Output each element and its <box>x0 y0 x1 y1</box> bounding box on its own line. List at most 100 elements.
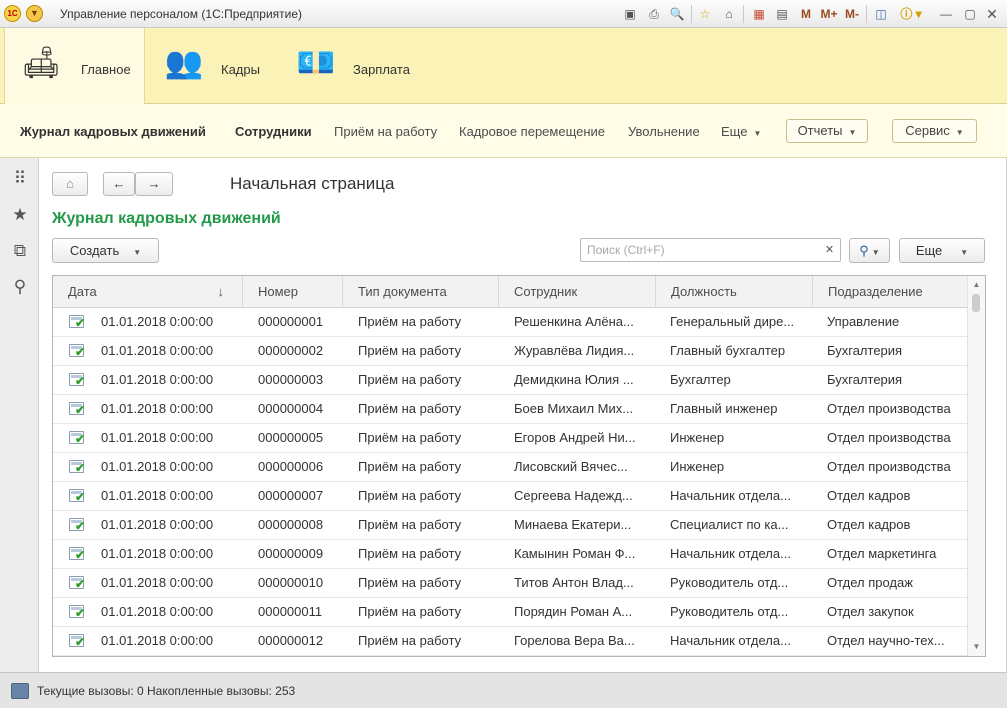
search-icon[interactable]: ⚲ <box>9 276 31 298</box>
cell-date: 01.01.2018 0:00:00 <box>101 604 214 619</box>
info-icon[interactable]: ⓘ ▾ <box>898 5 924 23</box>
more-button[interactable]: Еще ▼ <box>899 238 985 263</box>
column-header-number[interactable]: Номер <box>243 276 343 308</box>
apps-grid-icon[interactable]: ⠿ <box>9 168 31 190</box>
cell-position: Главный инженер <box>670 401 778 416</box>
nav-link-hiring[interactable]: Приём на работу <box>334 124 437 139</box>
minimize-icon[interactable]: — <box>937 5 955 23</box>
cell-position: Специалист по ка... <box>670 517 789 532</box>
panel-layout-icon[interactable]: ◫ <box>872 5 890 23</box>
favorites-add-icon[interactable]: ☆ <box>696 5 714 23</box>
scroll-down-icon[interactable]: ▼ <box>968 640 985 654</box>
star-icon[interactable]: ★ <box>9 204 31 226</box>
calendar-icon[interactable]: ▦ <box>750 5 768 23</box>
cell-employee: Боев Михаил Мих... <box>514 401 634 416</box>
print-icon[interactable]: ⎙ <box>645 5 663 23</box>
cell-employee: Порядин Роман А... <box>514 604 633 619</box>
nav-link-journal[interactable]: Журнал кадровых движений <box>20 124 206 139</box>
maximize-icon[interactable]: ▢ <box>961 5 979 23</box>
nav-more-menu[interactable]: Еще ▼ <box>721 124 761 139</box>
section-main-label: Главное <box>81 62 131 77</box>
posted-document-icon <box>69 634 85 648</box>
table-row[interactable]: 01.01.2018 0:00:00 000000002 Приём на рабо… <box>53 337 968 366</box>
cell-department: Отдел научно-тех... <box>827 633 945 648</box>
table-row[interactable]: 01.01.2018 0:00:00 000000007 Приём на рабо… <box>53 482 968 511</box>
cell-doc-type: Приём на работу <box>358 314 462 329</box>
workspace: ⌂ ← → Начальная страница Журнал кадровых… <box>39 158 1007 672</box>
cell-doc-type: Приём на работу <box>358 401 462 416</box>
table-row[interactable]: 01.01.2018 0:00:00 000000010 Приём на рабо… <box>53 569 968 598</box>
cell-department: Отдел закупок <box>827 604 914 619</box>
search-input[interactable] <box>580 238 820 262</box>
create-button[interactable]: Создать ▼ <box>52 238 159 263</box>
nav-more-label: Еще <box>721 124 748 139</box>
reports-button[interactable]: Отчеты ▼ <box>786 119 868 143</box>
section-main[interactable]: 🛋 Главное <box>4 28 145 104</box>
cell-department: Отдел продаж <box>827 575 913 590</box>
calculator-icon[interactable]: ▤ <box>773 5 791 23</box>
cell-doc-type: Приём на работу <box>358 459 462 474</box>
column-header-date[interactable]: Дата ↓ <box>53 276 243 308</box>
service-button[interactable]: Сервис ▼ <box>892 119 977 143</box>
close-icon[interactable]: ✕ <box>983 5 1001 23</box>
table-row[interactable]: 01.01.2018 0:00:00 000000011 Приём на рабо… <box>53 598 968 627</box>
nav-link-transfer[interactable]: Кадровое перемещение <box>459 124 605 139</box>
save-icon[interactable]: ▣ <box>621 5 639 23</box>
nav-link-dismissal[interactable]: Увольнение <box>628 124 700 139</box>
table-row[interactable]: 01.01.2018 0:00:00 000000004 Приём на рабо… <box>53 395 968 424</box>
memory-plus-icon[interactable]: M+ <box>818 5 840 23</box>
scroll-up-icon[interactable]: ▲ <box>968 278 985 292</box>
table-header: Дата ↓ Номер Тип документа Сотрудник Дол… <box>53 276 968 308</box>
scroll-thumb[interactable] <box>972 294 980 312</box>
cell-employee: Сергеева Надежд... <box>514 488 633 503</box>
history-icon[interactable]: ⧉ <box>9 240 31 262</box>
window-title: Управление персоналом (1С:Предприятие) <box>60 7 303 21</box>
table-row[interactable]: 01.01.2018 0:00:00 000000008 Приём на рабо… <box>53 511 968 540</box>
form-title: Журнал кадровых движений <box>52 210 281 227</box>
table-row[interactable]: 01.01.2018 0:00:00 000000006 Приём на рабо… <box>53 453 968 482</box>
forward-button[interactable]: → <box>135 172 173 196</box>
column-header-position[interactable]: Должность <box>656 276 813 308</box>
reports-label: Отчеты <box>797 123 843 138</box>
home-button[interactable]: ⌂ <box>52 172 88 196</box>
app-logo-icon[interactable]: 1С <box>4 5 21 22</box>
section-salary[interactable]: 💶 Зарплата <box>288 28 428 104</box>
preview-icon[interactable]: 🔍 <box>668 5 686 23</box>
performance-monitor-icon[interactable] <box>11 683 29 699</box>
cell-date: 01.01.2018 0:00:00 <box>101 459 214 474</box>
clear-search-button[interactable]: ✕ <box>819 238 841 262</box>
cell-employee: Журавлёва Лидия... <box>514 343 635 358</box>
table-body: 01.01.2018 0:00:00 000000001 Приём на рабо… <box>53 308 968 656</box>
column-header-department[interactable]: Подразделение <box>813 276 968 308</box>
memory-minus-icon[interactable]: M- <box>842 5 862 23</box>
column-header-employee[interactable]: Сотрудник <box>499 276 656 308</box>
table-row[interactable]: 01.01.2018 0:00:00 000000001 Приём на рабо… <box>53 308 968 337</box>
cell-position: Руководитель отд... <box>670 604 789 619</box>
table-row[interactable]: 01.01.2018 0:00:00 000000005 Приём на рабо… <box>53 424 968 453</box>
nav-link-employees[interactable]: Сотрудники <box>235 124 312 139</box>
posted-document-icon <box>69 315 85 329</box>
caret-down-icon: ▼ <box>753 129 762 138</box>
table-row[interactable]: 01.01.2018 0:00:00 000000009 Приём на рабо… <box>53 540 968 569</box>
cell-employee: Камынин Роман Ф... <box>514 546 636 561</box>
cell-position: Бухгалтер <box>670 372 731 387</box>
vertical-scrollbar[interactable]: ▲ ▼ <box>967 276 985 656</box>
cell-number: 000000006 <box>258 459 324 474</box>
cell-department: Отдел производства <box>827 401 951 416</box>
section-hr[interactable]: 👥 Кадры <box>150 28 280 104</box>
table-row[interactable]: 01.01.2018 0:00:00 000000003 Приём на рабо… <box>53 366 968 395</box>
cell-number: 000000007 <box>258 488 324 503</box>
history-icon[interactable]: ⌂ <box>720 5 738 23</box>
section-salary-label: Зарплата <box>353 62 410 77</box>
cell-number: 000000003 <box>258 372 324 387</box>
column-header-doc-type[interactable]: Тип документа <box>343 276 499 308</box>
main-menu-button[interactable]: ▼ <box>26 5 43 22</box>
cell-number: 000000008 <box>258 517 324 532</box>
toolbar-divider <box>743 5 744 23</box>
memory-m-icon[interactable]: M <box>797 5 815 23</box>
search-options-button[interactable]: ⚲ ▼ <box>849 238 890 263</box>
back-button[interactable]: ← <box>103 172 135 196</box>
cell-date: 01.01.2018 0:00:00 <box>101 314 214 329</box>
cell-date: 01.01.2018 0:00:00 <box>101 430 214 445</box>
table-row[interactable]: 01.01.2018 0:00:00 000000012 Приём на рабо… <box>53 627 968 656</box>
